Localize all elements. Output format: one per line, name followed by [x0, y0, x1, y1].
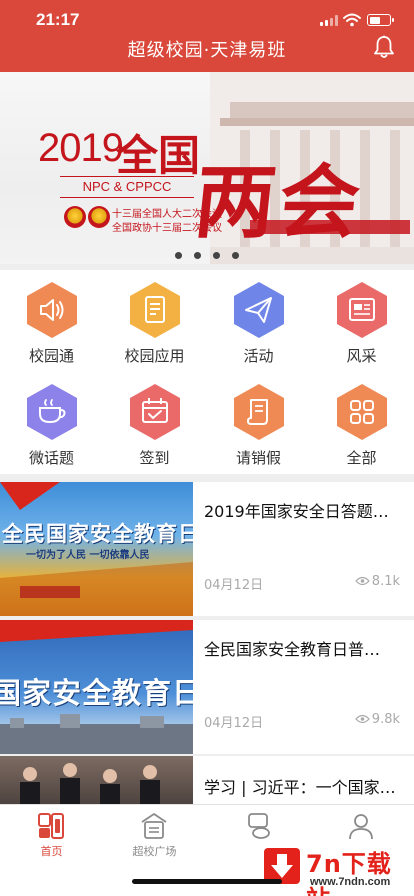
carousel-dot[interactable] [194, 252, 201, 259]
tab-home[interactable]: 首页 [0, 805, 103, 865]
banner-npc-line: NPC & CPPCC [60, 176, 194, 198]
page-title: 超级校园·天津易班 [127, 40, 287, 61]
grid-item-campus-pass[interactable]: 校园通 [0, 270, 103, 370]
news-thumb-title: 全民国家安全教育日 [2, 522, 193, 546]
status-time: 21:17 [36, 10, 80, 29]
calendar-check-icon [130, 384, 180, 440]
grid-label: 微话题 [28, 449, 74, 467]
feature-grid: 校园通 校园应用 活动 风采 微话题 签到 请销假 全部 [0, 270, 414, 474]
grid-item-campus-apps[interactable]: 校园应用 [103, 270, 206, 370]
carousel-pagination[interactable] [0, 244, 414, 263]
paper-plane-icon [234, 282, 284, 338]
carousel-dot[interactable] [175, 252, 182, 259]
news-title: 全民国家安全教育日普… [204, 640, 381, 659]
newspaper-icon [337, 282, 387, 338]
grid-item-all[interactable]: 全部 [310, 372, 413, 472]
cellular-signal-icon [320, 15, 338, 26]
news-views-count: 9.8k [371, 712, 400, 727]
speaker-icon [27, 282, 77, 338]
grid-label: 活动 [243, 347, 274, 365]
user-icon [349, 814, 373, 840]
grid-item-leave-request[interactable]: 请销假 [207, 372, 310, 472]
grid-item-showcase[interactable]: 风采 [310, 270, 413, 370]
news-date: 04月12日 [204, 716, 264, 731]
status-bar: 21:17 [0, 0, 414, 40]
national-emblem-icon [64, 206, 86, 228]
grid-label: 全部 [346, 449, 377, 467]
cppcc-emblem-icon [88, 206, 110, 228]
bell-icon[interactable] [373, 35, 395, 59]
news-thumbnail: 全民国家安全教育日 一切为了人民 一切依靠人民 [0, 482, 193, 616]
grid-label: 请销假 [235, 449, 281, 467]
news-thumb-title: 国家安全教育日 [0, 676, 193, 710]
news-thumb-subtitle: 一切为了人民 一切依靠人民 [26, 550, 150, 561]
carousel-dot[interactable] [232, 252, 239, 259]
news-title: 2019年国家安全日答题… [204, 502, 389, 521]
banner-year: 2019 [38, 126, 124, 170]
news-thumbnail [0, 756, 193, 804]
grid-label: 风采 [346, 347, 377, 365]
watermark-title: 7n下载站 [306, 850, 392, 896]
square-building-icon [141, 813, 167, 839]
site-watermark: 7n下载站 www.7ndn.com [254, 840, 414, 896]
news-views: 8.1k [354, 574, 400, 589]
grid-item-micro-topics[interactable]: 微话题 [0, 372, 103, 472]
eye-icon [354, 576, 370, 586]
battery-icon [367, 14, 394, 26]
news-item[interactable]: 全民国家安全教育日 一切为了人民 一切依靠人民 2019年国家安全日答题… 04… [0, 482, 414, 616]
eye-icon [354, 714, 370, 724]
tab-label: 超校广场 [132, 845, 177, 858]
tab-campus-square[interactable]: 超校广场 [103, 805, 206, 865]
scroll-icon [234, 384, 284, 440]
news-item[interactable]: 学习 | 习近平：一个国家… [0, 756, 414, 804]
news-views: 9.8k [354, 712, 400, 727]
banner-headline: 全国 [116, 131, 201, 180]
watermark-url: www.7ndn.com [310, 876, 391, 888]
tab-label: 首页 [40, 845, 63, 858]
grid-label: 校园应用 [124, 347, 185, 365]
news-item[interactable]: 国家安全教育日 全民国家安全教育日普… 04月12日 9.8k [0, 620, 414, 754]
document-icon [130, 282, 180, 338]
carousel-dot[interactable] [213, 252, 220, 259]
news-thumbnail: 国家安全教育日 [0, 620, 193, 754]
home-indicator [132, 879, 282, 884]
grid-item-activities[interactable]: 活动 [207, 270, 310, 370]
app-header: 21:17 超级校园·天津易班 [0, 0, 414, 72]
wifi-icon [343, 13, 361, 27]
grid-item-check-in[interactable]: 签到 [103, 372, 206, 472]
grid-label: 签到 [139, 449, 170, 467]
coffee-cup-icon [27, 384, 77, 440]
news-date: 04月12日 [204, 578, 264, 593]
news-views-count: 8.1k [371, 574, 400, 589]
home-icon [38, 813, 64, 839]
grid-icon [337, 384, 387, 440]
banner-big-title: 两会 [190, 155, 369, 249]
news-title: 学习 | 习近平：一个国家… [204, 778, 396, 797]
chat-stack-icon [248, 813, 270, 839]
grid-label: 校园通 [28, 347, 74, 365]
banner-carousel[interactable]: 2019 全国 NPC & CPPCC 十三届全国人大二次会议 全国政协十三届二… [0, 72, 414, 264]
